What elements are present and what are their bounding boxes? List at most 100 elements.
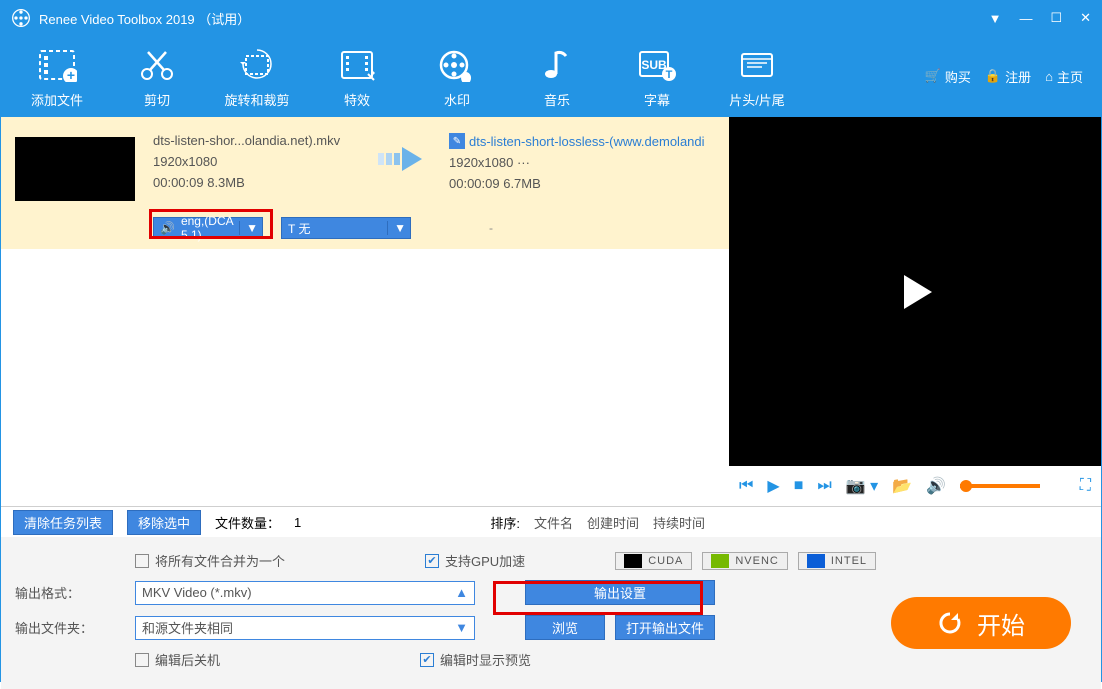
gpu-accel-checkbox[interactable]: ✔支持GPU加速	[425, 551, 525, 570]
file-count-value: 1	[294, 515, 301, 530]
output-folder-combo[interactable]: 和源文件夹相同▼	[135, 616, 475, 640]
toolbar-watermark-label: 水印	[407, 90, 507, 109]
prev-icon[interactable]: ⏮	[739, 477, 753, 495]
app-logo-icon	[11, 8, 31, 28]
subtitle-track-combo[interactable]: T 无▼	[281, 217, 411, 239]
toolbar-add-file[interactable]: + 添加文件	[7, 44, 107, 109]
play-overlay-icon	[892, 269, 938, 315]
toolbar-cut[interactable]: 剪切	[107, 44, 207, 109]
audio-track-combo[interactable]: 🔊eng,(DCA 5.1)▼	[153, 217, 263, 239]
preview-on-edit-checkbox[interactable]: ✔编辑时显示预览	[420, 650, 531, 669]
effects-icon	[307, 44, 407, 86]
sort-by-duration[interactable]: 持续时间	[653, 513, 705, 532]
source-duration-size: 00:00:09 8.3MB	[153, 175, 353, 190]
sort-by-created[interactable]: 创建时间	[587, 513, 639, 532]
chevron-down-icon: ▼	[239, 221, 258, 235]
field-dash: -	[489, 221, 493, 235]
edit-badge-icon[interactable]: ✎	[449, 133, 465, 149]
close-icon[interactable]: ✕	[1080, 10, 1091, 26]
checkbox-checked-icon: ✔	[420, 653, 434, 667]
clear-list-button[interactable]: 清除任务列表	[13, 510, 113, 535]
cut-icon	[107, 44, 207, 86]
svg-text:T: T	[666, 69, 673, 81]
list-control-bar: 清除任务列表 移除选中 文件数量： 1 排序: 文件名 创建时间 持续时间	[1, 507, 1101, 537]
shutdown-after-checkbox[interactable]: 编辑后关机	[135, 650, 220, 669]
source-filename: dts-listen-shor...olandia.net).mkv	[153, 133, 353, 148]
output-settings-panel: 将所有文件合并为一个 ✔支持GPU加速 CUDA NVENC INTEL 输出格…	[1, 537, 1101, 689]
source-resolution: 1920x1080	[153, 154, 353, 169]
cuda-badge: CUDA	[615, 552, 692, 570]
output-settings-button[interactable]: 输出设置	[525, 580, 715, 605]
checkbox-checked-icon: ✔	[425, 554, 439, 568]
sort-by-name[interactable]: 文件名	[534, 513, 573, 532]
open-folder-icon[interactable]: 📂	[892, 476, 912, 496]
toolbar-subtitle[interactable]: SUBT 字幕	[607, 44, 707, 109]
toolbar-music[interactable]: 音乐	[507, 44, 607, 109]
browse-button[interactable]: 浏览	[525, 615, 605, 640]
toolbar-intro-outro-label: 片头/片尾	[707, 90, 807, 109]
toolbar-music-label: 音乐	[507, 90, 607, 109]
dest-filename: dts-listen-short-lossless-(www.demolandi	[469, 134, 705, 149]
chevron-down-icon: ▼	[387, 221, 406, 235]
toolbar-rotate-crop[interactable]: 旋转和裁剪	[207, 44, 307, 109]
merge-all-checkbox[interactable]: 将所有文件合并为一个	[135, 551, 285, 570]
register-link[interactable]: 🔒注册	[985, 67, 1031, 86]
output-format-label: 输出格式：	[15, 583, 125, 602]
open-output-folder-button[interactable]: 打开输出文件	[615, 615, 715, 640]
toolbar-intro-outro[interactable]: 片头/片尾	[707, 44, 807, 109]
toolbar-subtitle-label: 字幕	[607, 90, 707, 109]
refresh-icon	[937, 610, 963, 636]
toolbar-add-file-label: 添加文件	[7, 90, 107, 109]
intro-outro-icon	[707, 44, 807, 86]
subtitle-icon: SUBT	[607, 44, 707, 86]
fullscreen-icon[interactable]: ⛶	[1080, 477, 1091, 495]
main-toolbar: + 添加文件 剪切 旋转和裁剪 特效 水印 音乐 SUBT 字幕 片头/片尾 🛒…	[1, 35, 1101, 117]
convert-arrow-icon	[371, 145, 431, 173]
speaker-icon: 🔊	[160, 221, 175, 235]
toolbar-cut-label: 剪切	[107, 90, 207, 109]
watermark-icon	[407, 44, 507, 86]
preview-panel: ⏮ ▶ ■ ⏭ 📷 ▾ 📂 🔊 ⛶	[729, 117, 1101, 506]
svg-text:SUB: SUB	[641, 58, 667, 72]
output-format-combo[interactable]: MKV Video (*.mkv)▲	[135, 581, 475, 605]
buy-link[interactable]: 🛒购买	[925, 67, 971, 86]
volume-icon[interactable]: 🔊	[926, 476, 946, 496]
maximize-icon[interactable]: ☐	[1050, 10, 1062, 26]
music-icon	[507, 44, 607, 86]
toolbar-effects[interactable]: 特效	[307, 44, 407, 109]
file-count-label: 文件数量：	[215, 513, 280, 532]
lock-icon: 🔒	[985, 68, 1001, 84]
video-thumbnail[interactable]	[15, 137, 135, 201]
app-title: Renee Video Toolbox 2019 （试用）	[39, 9, 971, 28]
rotate-crop-icon	[207, 44, 307, 86]
preview-controls: ⏮ ▶ ■ ⏭ 📷 ▾ 📂 🔊 ⛶	[729, 466, 1101, 506]
toolbar-effects-label: 特效	[307, 90, 407, 109]
remove-selected-button[interactable]: 移除选中	[127, 510, 201, 535]
titlebar: Renee Video Toolbox 2019 （试用） ▼ — ☐ ✕	[1, 1, 1101, 35]
chevron-down-icon: ▼	[455, 620, 468, 635]
nvenc-badge: NVENC	[702, 552, 788, 570]
play-icon[interactable]: ▶	[767, 476, 779, 496]
next-icon[interactable]: ⏭	[817, 477, 831, 495]
toolbar-watermark[interactable]: 水印	[407, 44, 507, 109]
output-folder-label: 输出文件夹：	[15, 618, 125, 637]
add-file-icon: +	[7, 44, 107, 86]
checkbox-icon	[135, 653, 149, 667]
sort-label: 排序:	[490, 513, 520, 532]
start-button[interactable]: 开始	[891, 597, 1071, 649]
snapshot-icon[interactable]: 📷 ▾	[846, 476, 878, 496]
svg-text:+: +	[67, 67, 75, 82]
home-icon: ⌂	[1045, 69, 1053, 84]
video-preview[interactable]	[729, 117, 1101, 466]
home-link[interactable]: ⌂主页	[1045, 67, 1083, 86]
checkbox-icon	[135, 554, 149, 568]
file-item[interactable]: dts-listen-shor...olandia.net).mkv 1920x…	[1, 117, 729, 213]
toolbar-rotate-crop-label: 旋转和裁剪	[207, 90, 307, 109]
cart-icon: 🛒	[925, 68, 941, 84]
file-list: dts-listen-shor...olandia.net).mkv 1920x…	[1, 117, 729, 506]
window-menu-icon[interactable]: ▼	[989, 11, 1002, 26]
chevron-up-icon: ▲	[455, 585, 468, 600]
stop-icon[interactable]: ■	[794, 477, 804, 495]
minimize-icon[interactable]: —	[1019, 11, 1032, 26]
volume-slider[interactable]	[960, 484, 1040, 488]
